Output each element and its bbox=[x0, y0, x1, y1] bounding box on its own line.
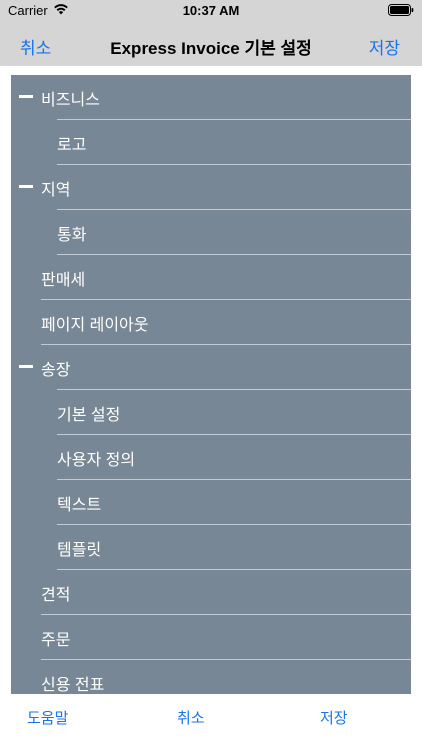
toolbar-cancel-button[interactable]: 취소 bbox=[177, 707, 205, 728]
status-time: 10:37 AM bbox=[182, 3, 240, 18]
toolbar-save-button[interactable]: 저장 bbox=[320, 707, 348, 728]
list-item-label: 주문 bbox=[41, 632, 71, 649]
list-item[interactable]: 템플릿 bbox=[11, 525, 411, 570]
list-item-label: 페이지 레이아웃 bbox=[41, 317, 149, 334]
list-item[interactable]: 송장 bbox=[11, 345, 411, 390]
bottom-toolbar: 도움말 취소 저장 bbox=[0, 696, 422, 740]
navigation-bar: 취소 Express Invoice 기본 설정 저장 bbox=[0, 22, 422, 66]
list-item[interactable]: 통화 bbox=[11, 210, 411, 255]
list-item-label: 텍스트 bbox=[57, 497, 102, 514]
list-item[interactable]: 비즈니스 bbox=[11, 75, 411, 120]
nav-save-button[interactable]: 저장 bbox=[369, 34, 400, 59]
battery-icon bbox=[388, 4, 414, 16]
list-item-label: 기본 설정 bbox=[57, 407, 121, 424]
collapse-icon[interactable] bbox=[19, 95, 33, 98]
list-item-label: 템플릿 bbox=[57, 542, 102, 559]
list-item-label: 지역 bbox=[41, 182, 71, 199]
preferences-screen: Carrier 10:37 AM 취소 Express Invoice 기본 설… bbox=[0, 0, 422, 750]
list-item-label: 판매세 bbox=[41, 272, 86, 289]
list-item[interactable]: 주문 bbox=[11, 615, 411, 660]
list-item[interactable]: 견적 bbox=[11, 570, 411, 615]
list-item-label: 로고 bbox=[57, 137, 87, 154]
list-item-label: 통화 bbox=[57, 227, 87, 244]
list-item-label: 사용자 정의 bbox=[57, 452, 136, 469]
preferences-list: 비즈니스로고지역통화판매세페이지 레이아웃송장기본 설정사용자 정의텍스트템플릿… bbox=[11, 75, 411, 694]
status-bar: Carrier 10:37 AM bbox=[0, 0, 422, 22]
collapse-icon[interactable] bbox=[19, 365, 33, 368]
list-item[interactable]: 페이지 레이아웃 bbox=[11, 300, 411, 345]
list-item[interactable]: 판매세 bbox=[11, 255, 411, 300]
list-item[interactable]: 사용자 정의 bbox=[11, 435, 411, 480]
list-item-label: 견적 bbox=[41, 587, 71, 604]
help-button[interactable]: 도움말 bbox=[27, 707, 68, 728]
list-item[interactable]: 기본 설정 bbox=[11, 390, 411, 435]
list-item-label: 비즈니스 bbox=[41, 92, 100, 109]
list-item[interactable]: 로고 bbox=[11, 120, 411, 165]
list-item[interactable]: 텍스트 bbox=[11, 480, 411, 525]
list-item-label: 송장 bbox=[41, 362, 71, 379]
list-item[interactable]: 지역 bbox=[11, 165, 411, 210]
list-item-label: 신용 전표 bbox=[41, 677, 105, 694]
page-title: Express Invoice 기본 설정 bbox=[110, 39, 312, 58]
collapse-icon[interactable] bbox=[19, 185, 33, 188]
